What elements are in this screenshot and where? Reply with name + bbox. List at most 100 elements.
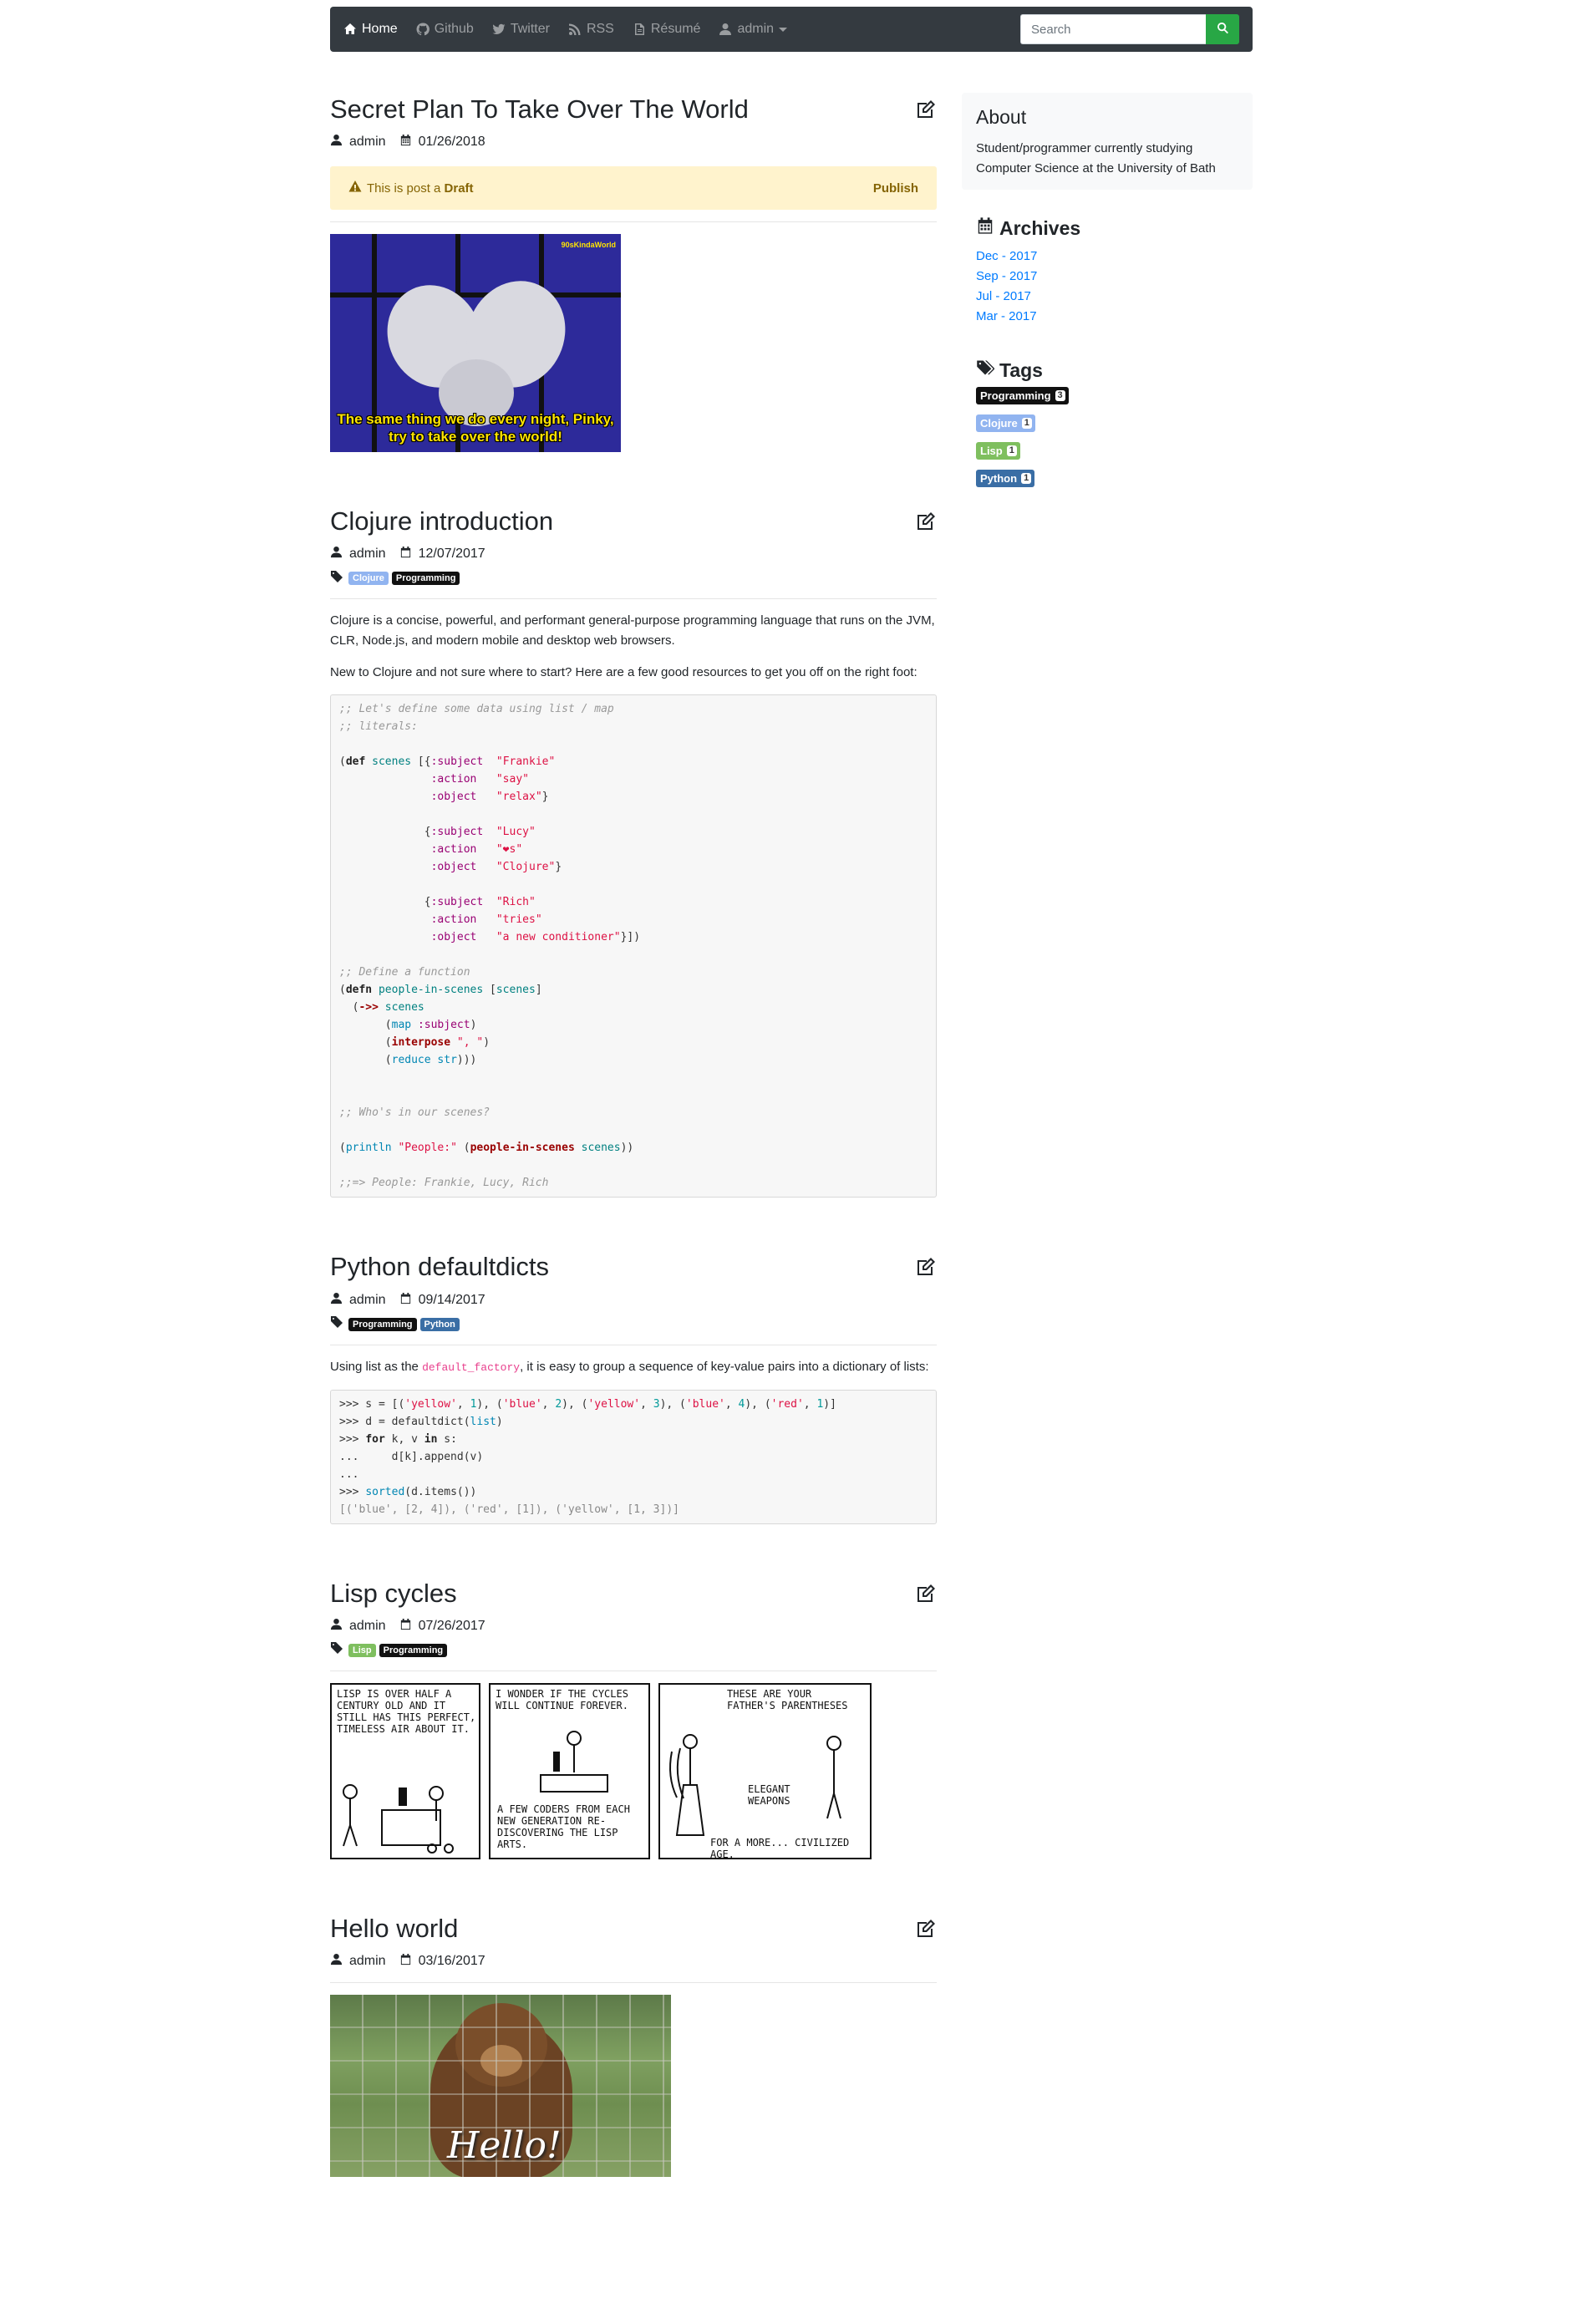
nav-resume[interactable]: Résumé xyxy=(633,22,701,37)
tags-icon xyxy=(976,359,999,382)
calendar-icon xyxy=(399,546,419,562)
archives-list: Dec - 2017 Sep - 2017 Jul - 2017 Mar - 2… xyxy=(976,247,1253,327)
tags-heading: Tags xyxy=(976,359,1253,382)
archive-link[interactable]: Dec - 2017 xyxy=(976,247,1253,267)
post-author: admin xyxy=(349,1953,386,1968)
search-input[interactable] xyxy=(1020,14,1206,44)
edit-icon[interactable] xyxy=(915,1918,937,1940)
warning-icon xyxy=(348,180,367,196)
user-icon xyxy=(330,1953,349,1970)
comic-panel-3: These are your father's parentheses Eleg… xyxy=(658,1682,872,1860)
post-python: Python defaultdicts admin 09/14/2017 Pro… xyxy=(330,1251,937,1524)
calendar-icon xyxy=(399,1292,419,1309)
home-icon xyxy=(343,23,357,36)
comic-panel-2: I wonder if the cycles will continue for… xyxy=(489,1682,650,1859)
tag-python[interactable]: Python 1 xyxy=(976,470,1035,487)
edit-icon[interactable] xyxy=(915,1583,937,1604)
nav-home[interactable]: Home xyxy=(343,22,398,37)
calendar-icon xyxy=(399,1953,419,1970)
post-meta: admin 03/16/2017 xyxy=(330,1952,937,1971)
post-meta: admin 07/26/2017 xyxy=(330,1617,937,1635)
image-caption-line-2: try to take over the world! xyxy=(389,429,562,445)
post-title[interactable]: Python defaultdicts xyxy=(330,1251,937,1282)
post-title[interactable]: Secret Plan To Take Over The World xyxy=(330,94,937,125)
comic-text: for a more... civilized age. xyxy=(710,1836,850,1860)
post-date: 01/26/2018 xyxy=(418,135,485,150)
user-icon xyxy=(330,546,349,562)
draft-alert: This is post a Draft Publish xyxy=(330,166,937,211)
post-date: 03/16/2017 xyxy=(418,1953,485,1968)
search-icon xyxy=(1217,22,1229,37)
twitter-icon xyxy=(492,23,506,36)
post-paragraph: Clojure is a concise, powerful, and perf… xyxy=(330,613,935,648)
nav-twitter-label: Twitter xyxy=(510,22,550,36)
tag-badge-python[interactable]: Python xyxy=(419,1317,460,1331)
tag-lisp[interactable]: Lisp 1 xyxy=(976,442,1020,460)
tag-icon xyxy=(330,1641,348,1659)
tag-count: 3 xyxy=(1055,390,1065,401)
post-secret-plan: Secret Plan To Take Over The World admin… xyxy=(330,94,937,453)
comic-text: Elegant weapons xyxy=(748,1782,790,1807)
comic-text: A few coders from each new generation re… xyxy=(497,1803,630,1850)
comic-text: I wonder if the cycles will continue for… xyxy=(496,1687,628,1711)
nav-rss[interactable]: RSS xyxy=(568,22,614,37)
calendar-icon xyxy=(399,134,419,150)
tag-count: 1 xyxy=(1006,445,1017,456)
inline-code: default_factory xyxy=(422,1360,521,1374)
post-date: 12/07/2017 xyxy=(418,547,485,562)
divider xyxy=(330,221,937,223)
tag-badge-programming[interactable]: Programming xyxy=(379,1643,448,1657)
tags-section: Tags Programming 3 Clojure 1 Lisp 1 Python 1 xyxy=(962,359,1253,497)
file-icon xyxy=(633,23,646,36)
tag-clojure[interactable]: Clojure 1 xyxy=(976,414,1035,432)
comic-text: These are your father's parentheses xyxy=(727,1687,848,1711)
post-tags: Programming Python xyxy=(330,1316,937,1333)
tag-name: Lisp xyxy=(980,445,1003,457)
post-title[interactable]: Clojure introduction xyxy=(330,506,937,537)
tag-badge-programming[interactable]: Programming xyxy=(348,1317,417,1331)
archive-link[interactable]: Mar - 2017 xyxy=(976,307,1253,327)
publish-link[interactable]: Publish xyxy=(873,181,918,196)
edit-icon[interactable] xyxy=(915,99,937,120)
tag-name: Programming xyxy=(980,389,1051,402)
edit-icon[interactable] xyxy=(915,511,937,532)
github-icon xyxy=(416,23,430,36)
posts-column: Secret Plan To Take Over The World admin… xyxy=(330,52,937,2177)
post-title[interactable]: Lisp cycles xyxy=(330,1578,937,1609)
xkcd-comic: Lisp is over half a century old and it s… xyxy=(330,1682,937,1860)
nav-twitter[interactable]: Twitter xyxy=(492,22,550,37)
post-title[interactable]: Hello world xyxy=(330,1913,937,1944)
nav-admin-dropdown[interactable]: admin xyxy=(719,22,788,37)
draft-text: This is post a xyxy=(367,181,441,196)
post-meta: admin 12/07/2017 xyxy=(330,545,937,563)
tag-programming[interactable]: Programming 3 xyxy=(976,387,1069,404)
tag-icon xyxy=(330,1315,348,1333)
paragraph-text: , it is easy to group a sequence of key-… xyxy=(520,1359,929,1374)
archive-link[interactable]: Sep - 2017 xyxy=(976,267,1253,287)
post-date: 09/14/2017 xyxy=(418,1292,485,1307)
about-text: Student/programmer currently studying Co… xyxy=(976,141,1216,175)
post-lisp-cycles: Lisp cycles admin 07/26/2017 Lisp Progra… xyxy=(330,1578,937,1860)
post-tags: Clojure Programming xyxy=(330,570,937,587)
nav-admin-label: admin xyxy=(737,22,775,36)
tag-badge-programming[interactable]: Programming xyxy=(391,572,460,586)
comic-text: Lisp is over half a century old and it s… xyxy=(337,1687,476,1735)
post-clojure: Clojure introduction admin 12/07/2017 Cl… xyxy=(330,506,937,1198)
search-button[interactable] xyxy=(1206,14,1239,44)
post-meta: admin 09/14/2017 xyxy=(330,1291,937,1309)
tag-badge-lisp[interactable]: Lisp xyxy=(348,1643,376,1657)
image-caption-line-1: The same thing we do every night, Pinky, xyxy=(337,411,614,428)
archive-link[interactable]: Jul - 2017 xyxy=(976,287,1253,307)
pinky-brain-image: 90sKindaWorld The same thing we do every… xyxy=(330,234,621,453)
draft-word: Draft xyxy=(444,181,474,196)
post-paragraph: Using list as the default_factory, it is… xyxy=(330,1357,937,1378)
tag-badge-clojure[interactable]: Clojure xyxy=(348,572,389,586)
post-author: admin xyxy=(349,1292,386,1307)
chevron-down-icon xyxy=(779,27,788,32)
nav-github[interactable]: Github xyxy=(416,22,474,37)
tag-count: 1 xyxy=(1021,418,1032,429)
post-meta: admin 01/26/2018 xyxy=(330,133,937,151)
search-form xyxy=(1020,14,1239,44)
edit-icon[interactable] xyxy=(915,1256,937,1278)
nav-resume-label: Résumé xyxy=(650,22,701,36)
